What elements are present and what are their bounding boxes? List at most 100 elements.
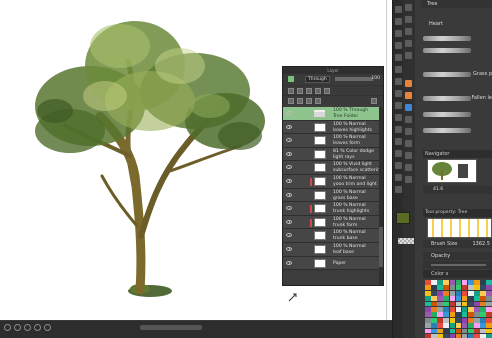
palette-icon[interactable] [324,88,330,94]
color-swatch[interactable] [437,306,443,312]
text-tool-icon[interactable] [395,138,402,145]
color-swatch[interactable] [455,333,462,338]
color-swatch[interactable] [431,301,437,307]
eye-icon[interactable] [286,192,292,197]
color-swatch[interactable] [474,296,480,301]
color-swatch[interactable] [486,306,492,312]
color-swatch[interactable] [431,312,437,318]
color-swatch[interactable] [461,317,468,323]
layer-row[interactable]: 81 % Color dodge light rays [283,147,383,162]
color-swatch[interactable] [455,296,462,301]
color-swatch[interactable] [431,317,437,323]
transparent-color-swatch[interactable] [398,238,414,244]
zoom-tool-icon[interactable] [395,174,402,181]
color-swatch[interactable] [468,323,474,328]
color-swatch[interactable] [480,280,486,285]
eye-icon[interactable] [286,138,292,143]
color-swatch[interactable] [443,290,449,296]
opacity-slider[interactable] [335,77,373,81]
scroll-thumb[interactable] [379,227,383,267]
color-swatch[interactable] [455,317,462,323]
brush-item[interactable] [423,46,492,55]
color-swatch[interactable] [443,328,449,334]
color-swatch[interactable] [468,285,474,291]
color-swatch[interactable] [425,333,431,338]
color-swatch[interactable] [468,290,474,296]
color-swatch[interactable] [443,296,449,301]
active-brush-icon[interactable] [405,92,412,99]
color-swatch[interactable] [425,323,431,328]
new-layer-icon[interactable] [288,98,294,104]
color-swatch[interactable] [468,333,474,338]
color-swatch[interactable] [431,323,437,328]
layer-row[interactable]: 100 % Normal leaves form [283,134,383,148]
opacity-row[interactable]: Opacity [423,252,492,260]
brush-item[interactable] [423,126,492,135]
color-swatch[interactable] [474,323,480,328]
color-swatch[interactable] [425,306,431,312]
color-swatch[interactable] [449,280,456,285]
color-swatch[interactable] [486,323,492,328]
color-swatch[interactable] [425,296,431,301]
eraser-tool-icon[interactable] [395,54,402,61]
reference-icon[interactable] [297,88,303,94]
color-swatch[interactable] [474,301,480,307]
gradient-tool-icon[interactable] [395,90,402,97]
color-swatch[interactable] [449,333,456,338]
color-swatch[interactable] [480,290,486,296]
color-swatch[interactable] [437,333,443,338]
color-swatch[interactable] [480,312,486,318]
color-swatch[interactable] [468,312,474,318]
brush-item[interactable]: Fallen le [423,94,492,103]
color-swatch[interactable] [461,290,468,296]
zoom-icon[interactable] [24,324,31,331]
lock-icon[interactable] [306,88,312,94]
sub-tool-icon[interactable] [405,52,412,59]
color-swatch[interactable] [443,333,449,338]
blend-tool-icon[interactable] [395,66,402,73]
balloon-tool-icon[interactable] [395,150,402,157]
color-swatch[interactable] [437,328,443,334]
color-swatch[interactable] [449,306,456,312]
sub-tool-icon[interactable] [405,128,412,135]
fit-icon[interactable] [34,324,41,331]
sub-tool-icon[interactable] [405,28,412,35]
zoom-value[interactable]: 41.6 [433,187,443,192]
color-swatch[interactable] [468,296,474,301]
color-swatch[interactable] [461,301,468,307]
color-swatch[interactable] [425,328,431,334]
horizontal-scrollbar[interactable] [140,325,202,330]
mask-icon[interactable] [315,88,321,94]
color-swatch[interactable] [468,280,474,285]
flip-icon[interactable] [44,324,51,331]
color-swatch[interactable] [486,328,492,334]
color-swatch[interactable] [474,280,480,285]
eye-icon[interactable] [286,219,292,224]
color-swatch[interactable] [437,317,443,323]
color-swatch[interactable] [449,290,456,296]
color-swatch[interactable] [431,328,437,334]
decoration-tool-icon[interactable] [395,42,402,49]
correction-tool-icon[interactable] [395,162,402,169]
color-swatch[interactable] [431,285,437,291]
color-swatch[interactable] [486,296,492,301]
color-swatch[interactable] [443,312,449,318]
color-swatch[interactable] [455,306,462,312]
new-folder-icon[interactable] [306,98,312,104]
layer-row[interactable]: 100 % Vivid light subsurface scattering [283,161,383,175]
color-swatch[interactable] [431,333,437,338]
pen-tool-icon[interactable] [395,6,402,13]
color-swatch[interactable] [431,280,437,285]
main-color-swatch[interactable] [396,212,410,224]
color-swatch[interactable] [437,301,443,307]
sub-tool-icon[interactable] [405,16,412,23]
color-swatch[interactable] [468,328,474,334]
layer-row[interactable]: 100 % Normal leaf base [283,242,383,257]
brush-tool-icon[interactable] [395,18,402,25]
color-swatch[interactable] [474,317,480,323]
color-swatch[interactable] [480,323,486,328]
color-swatch[interactable] [449,285,456,291]
sub-tool-icon[interactable] [405,116,412,123]
layer-color-swatch[interactable] [288,76,294,82]
sub-tool-icon[interactable] [405,176,412,183]
